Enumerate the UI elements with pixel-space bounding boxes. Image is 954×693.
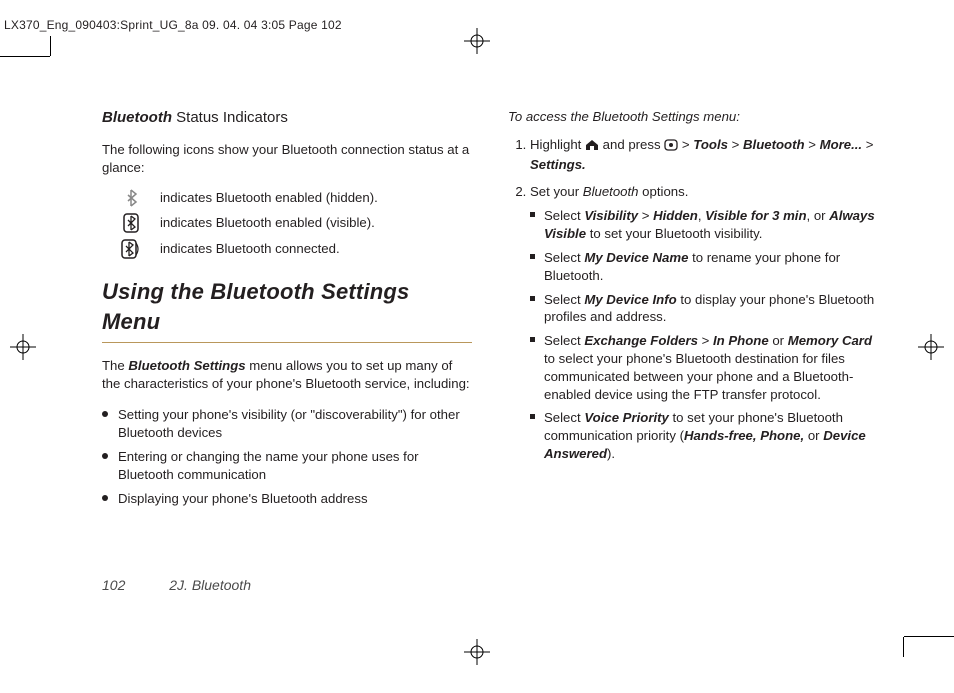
section-label: 2J. Bluetooth bbox=[169, 577, 251, 593]
steps-list: Highlight and press > Tools > Bluetooth … bbox=[508, 136, 876, 463]
sub-device-name: Select My Device Name to rename your pho… bbox=[530, 249, 876, 285]
status-row-visible: indicates Bluetooth enabled (visible). bbox=[120, 213, 472, 233]
content-area: Bluetooth Status Indicators The followin… bbox=[102, 108, 876, 613]
registration-mark-left-icon bbox=[10, 334, 36, 360]
status-row-connected-label: indicates Bluetooth connected. bbox=[160, 240, 340, 258]
settings-bullets: Setting your phone's visibility (or "dis… bbox=[102, 406, 472, 507]
status-intro-text: The following icons show your Bluetooth … bbox=[102, 141, 472, 177]
bullet-visibility: Setting your phone's visibility (or "dis… bbox=[102, 406, 472, 442]
bluetooth-connected-icon bbox=[120, 239, 142, 259]
status-row-hidden-label: indicates Bluetooth enabled (hidden). bbox=[160, 189, 378, 207]
step-2-sublist: Select Visibility > Hidden, Visible for … bbox=[530, 207, 876, 463]
bluetooth-hidden-icon bbox=[120, 189, 142, 207]
page-number: 102 bbox=[102, 577, 125, 593]
sub-exchange-folders: Select Exchange Folders > In Phone or Me… bbox=[530, 332, 876, 403]
bullet-name: Entering or changing the name your phone… bbox=[102, 448, 472, 484]
registration-mark-right-icon bbox=[918, 334, 944, 360]
step-2: Set your Bluetooth options. Select Visib… bbox=[530, 183, 876, 462]
bullet-address: Displaying your phone's Bluetooth addres… bbox=[102, 490, 472, 508]
sub-voice-priority: Select Voice Priority to set your phone'… bbox=[530, 409, 876, 462]
ok-key-icon bbox=[664, 138, 678, 156]
sub-visibility: Select Visibility > Hidden, Visible for … bbox=[530, 207, 876, 243]
status-row-hidden: indicates Bluetooth enabled (hidden). bbox=[120, 189, 472, 207]
registration-mark-bottom-icon bbox=[464, 639, 490, 665]
home-icon bbox=[585, 138, 599, 156]
page-footer: 102 2J. Bluetooth bbox=[102, 577, 251, 593]
left-column: Bluetooth Status Indicators The followin… bbox=[102, 108, 472, 613]
registration-mark-top-icon bbox=[464, 28, 490, 54]
settings-intro: The Bluetooth Settings menu allows you t… bbox=[102, 357, 472, 393]
bluetooth-visible-icon bbox=[120, 213, 142, 233]
status-row-connected: indicates Bluetooth connected. bbox=[120, 239, 472, 259]
page-root: LX370_Eng_090403:Sprint_UG_8a 09. 04. 04… bbox=[0, 0, 954, 693]
step-1: Highlight and press > Tools > Bluetooth … bbox=[530, 136, 876, 174]
steps-lead: To access the Bluetooth Settings menu: bbox=[508, 108, 876, 126]
crop-mark-top-left bbox=[0, 36, 60, 96]
status-indicators-heading: Bluetooth Status Indicators bbox=[102, 108, 472, 128]
right-column: To access the Bluetooth Settings menu: H… bbox=[508, 108, 876, 613]
sub-device-info: Select My Device Info to display your ph… bbox=[530, 291, 876, 327]
status-row-visible-label: indicates Bluetooth enabled (visible). bbox=[160, 214, 375, 232]
crop-mark-bottom-right bbox=[894, 597, 954, 657]
section-rule bbox=[102, 342, 472, 343]
section-title: Using the Bluetooth Settings Menu bbox=[102, 277, 472, 336]
